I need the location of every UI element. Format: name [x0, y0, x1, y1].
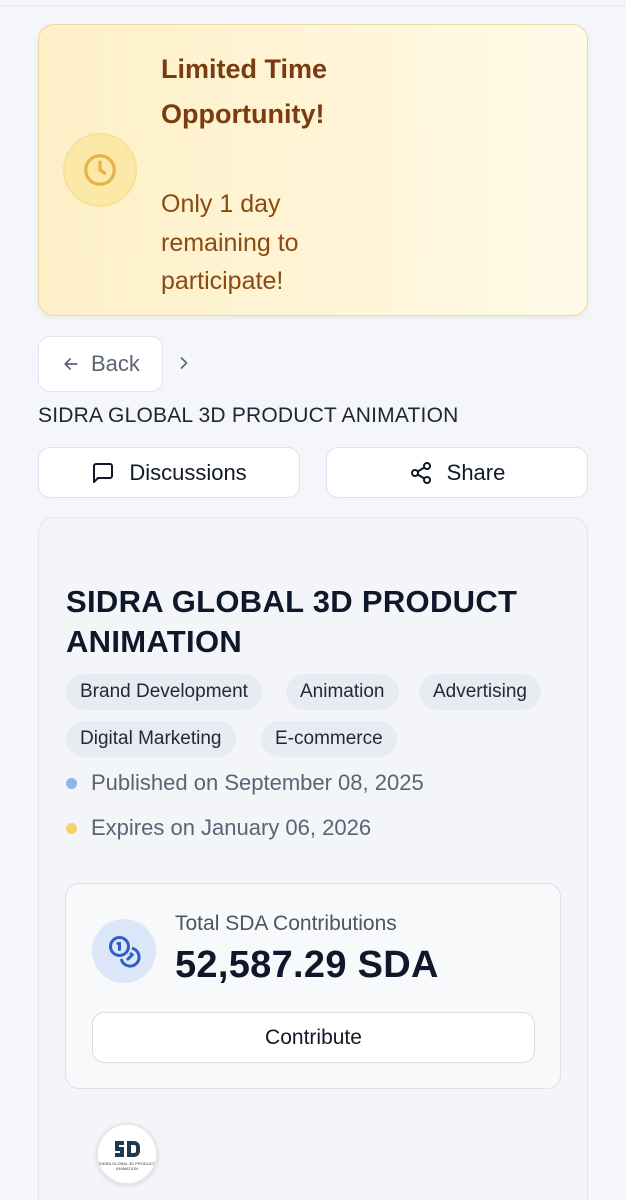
published-text: Published on September 08, 2025 — [91, 770, 424, 795]
share-label: Share — [446, 459, 506, 485]
expires-text: Expires on January 06, 2026 — [91, 815, 372, 840]
expires-date: Expires on January 06, 2026 — [66, 815, 371, 841]
back-label: Back — [91, 351, 140, 376]
tag-advertising: Advertising — [419, 674, 541, 710]
limited-time-banner: Limited Time Opportunity! Only 1 day rem… — [38, 24, 588, 316]
contribute-button[interactable]: Contribute — [92, 1012, 535, 1063]
published-date: Published on September 08, 2025 — [66, 770, 424, 796]
page: Limited Time Opportunity! Only 1 day rem… — [0, 0, 626, 1200]
back-button[interactable]: Back — [38, 336, 163, 392]
contributions-label: Total SDA Contributions — [175, 912, 397, 935]
message-square-icon — [93, 462, 114, 483]
tag-e-commerce: E-commerce — [261, 721, 397, 757]
discussions-button[interactable]: Discussions — [38, 447, 300, 498]
share-button[interactable]: Share — [326, 447, 588, 498]
discussions-label: Discussions — [129, 459, 247, 485]
coins-icon — [92, 919, 156, 983]
breadcrumb-title: SIDRA GLOBAL 3D PRODUCT ANIMATION — [38, 404, 459, 427]
contributions-value: 52,587.29 SDA — [175, 944, 439, 986]
banner-title: Limited Time Opportunity! — [161, 54, 328, 129]
logo-text: SIDRA GLOBAL 3D PRODUCT ANIMATION — [98, 1161, 156, 1171]
banner-subtitle: Only 1 day remaining to participate! — [161, 190, 299, 295]
project-logo: SIDRA GLOBAL 3D PRODUCT ANIMATION — [96, 1123, 158, 1185]
chevron-right-icon — [180, 357, 188, 369]
clock-icon — [63, 133, 137, 207]
tag-animation: Animation — [286, 674, 399, 710]
top-divider — [0, 5, 626, 6]
project-title: SIDRA GLOBAL 3D PRODUCT ANIMATION — [66, 584, 518, 659]
tag-digital-marketing: Digital Marketing — [66, 721, 236, 757]
arrow-left-icon — [64, 358, 78, 370]
published-dot — [66, 777, 77, 789]
share-icon — [410, 461, 431, 484]
contribute-label: Contribute — [265, 1025, 362, 1049]
expires-dot — [66, 822, 77, 834]
tag-brand-development: Brand Development — [66, 674, 262, 710]
logo-mark-icon — [115, 1141, 140, 1157]
